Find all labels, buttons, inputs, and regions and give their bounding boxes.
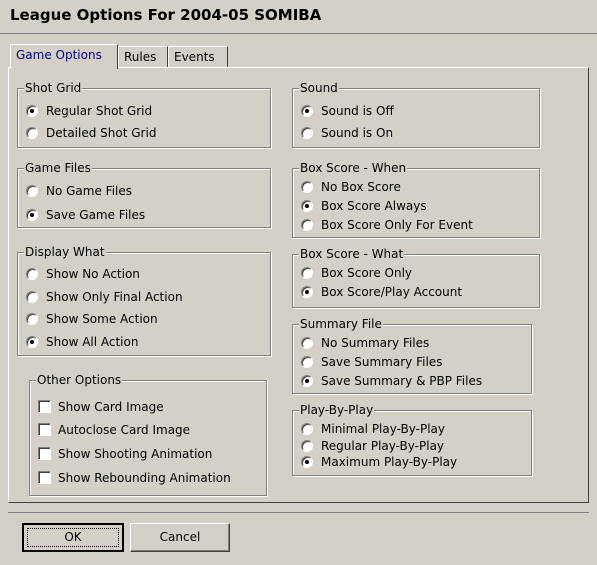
radio-unselected-icon [301,267,313,279]
display-what-group: Display What Show No Action Show Only Fi… [17,245,271,356]
radio-selected-icon [301,105,313,117]
title-bar: League Options For 2004-05 SOMIBA [0,0,597,34]
checkbox-unchecked-icon [38,471,51,484]
option-label: Show Only Final Action [46,290,183,304]
box-score-what-group: Box Score - What Box Score Only Box Scor… [292,247,540,308]
checkbox-unchecked-icon [38,423,51,436]
option-label: Show Rebounding Animation [58,471,231,485]
radio-selected-icon [301,286,313,298]
sound-legend: Sound [299,81,339,95]
option-label: Box Score Only [321,266,413,280]
option-label: Sound is On [321,126,394,140]
radio-selected-icon [301,375,313,387]
box-score-what-legend: Box Score - What [299,247,405,261]
radio-unselected-icon [301,219,313,231]
radio-unselected-icon [301,181,313,193]
radio-unselected-icon [301,423,313,435]
other-options-legend: Other Options [36,373,123,387]
option-label: No Summary Files [321,336,430,350]
option-label: Sound is Off [321,104,394,118]
option-label: Detailed Shot Grid [46,126,157,140]
box-score-when-legend: Box Score - When [299,161,408,175]
option-label: Show No Action [46,267,140,281]
radio-unselected-icon [26,291,38,303]
option-label: Autoclose Card Image [58,423,191,437]
option-label: Box Score/Play Account [321,285,463,299]
game-files-legend: Game Files [24,161,92,175]
option-label: Regular Shot Grid [46,104,153,118]
option-label: Show Card Image [58,400,164,414]
radio-unselected-icon [26,268,38,280]
option-label: Box Score Always [321,199,427,213]
option-label: Show Shooting Animation [58,447,213,461]
option-label: Save Game Files [46,208,146,222]
summary-file-legend: Summary File [299,317,383,331]
game-options-panel: Shot Grid Regular Shot Grid Detailed Sho… [8,67,589,503]
radio-selected-icon [26,209,38,221]
option-label: No Box Score [321,180,401,194]
radio-unselected-icon [301,356,313,368]
radio-unselected-icon [301,337,313,349]
radio-unselected-icon [26,127,38,139]
box-score-when-group: Box Score - When No Box Score Box Score … [292,161,540,238]
radio-selected-icon [26,336,38,348]
other-options-group: Other Options Show Card Image Autoclose … [29,373,267,496]
radio-selected-icon [301,456,313,468]
option-label: Maximum Play-By-Play [321,455,458,469]
tab-events[interactable]: Events [168,46,228,68]
tab-rules[interactable]: Rules [118,46,168,68]
play-by-play-group: Play-By-Play Minimal Play-By-Play Regula… [292,403,532,476]
radio-unselected-icon [26,313,38,325]
radio-unselected-icon [301,127,313,139]
sound-group: Sound Sound is Off Sound is On [292,81,540,148]
option-label: No Game Files [46,184,133,198]
checkbox-unchecked-icon [38,447,51,460]
tab-game-options[interactable]: Game Options [10,44,118,69]
radio-selected-icon [26,105,38,117]
shot-grid-legend: Shot Grid [24,81,83,95]
radio-unselected-icon [26,185,38,197]
summary-file-group: Summary File No Summary Files Save Summa… [292,317,532,394]
option-label: Box Score Only For Event [321,218,473,232]
option-label: Show Some Action [46,312,158,326]
option-label: Minimal Play-By-Play [321,422,446,436]
display-what-legend: Display What [24,245,106,259]
dialog-button-bar: OK Cancel [8,512,589,560]
option-label: Save Summary Files [321,355,443,369]
cancel-button[interactable]: Cancel [130,523,230,552]
game-files-group: Game Files No Game Files Save Game Files [17,161,271,228]
checkbox-unchecked-icon [38,400,51,413]
play-by-play-legend: Play-By-Play [299,403,375,417]
radio-selected-icon [301,200,313,212]
radio-unselected-icon [301,440,313,452]
window-title: League Options For 2004-05 SOMIBA [10,6,322,24]
option-label: Show All Action [46,335,139,349]
option-label: Save Summary & PBP Files [321,374,483,388]
shot-grid-group: Shot Grid Regular Shot Grid Detailed Sho… [17,81,271,148]
ok-button-label: OK [27,528,119,547]
ok-button[interactable]: OK [22,523,124,552]
